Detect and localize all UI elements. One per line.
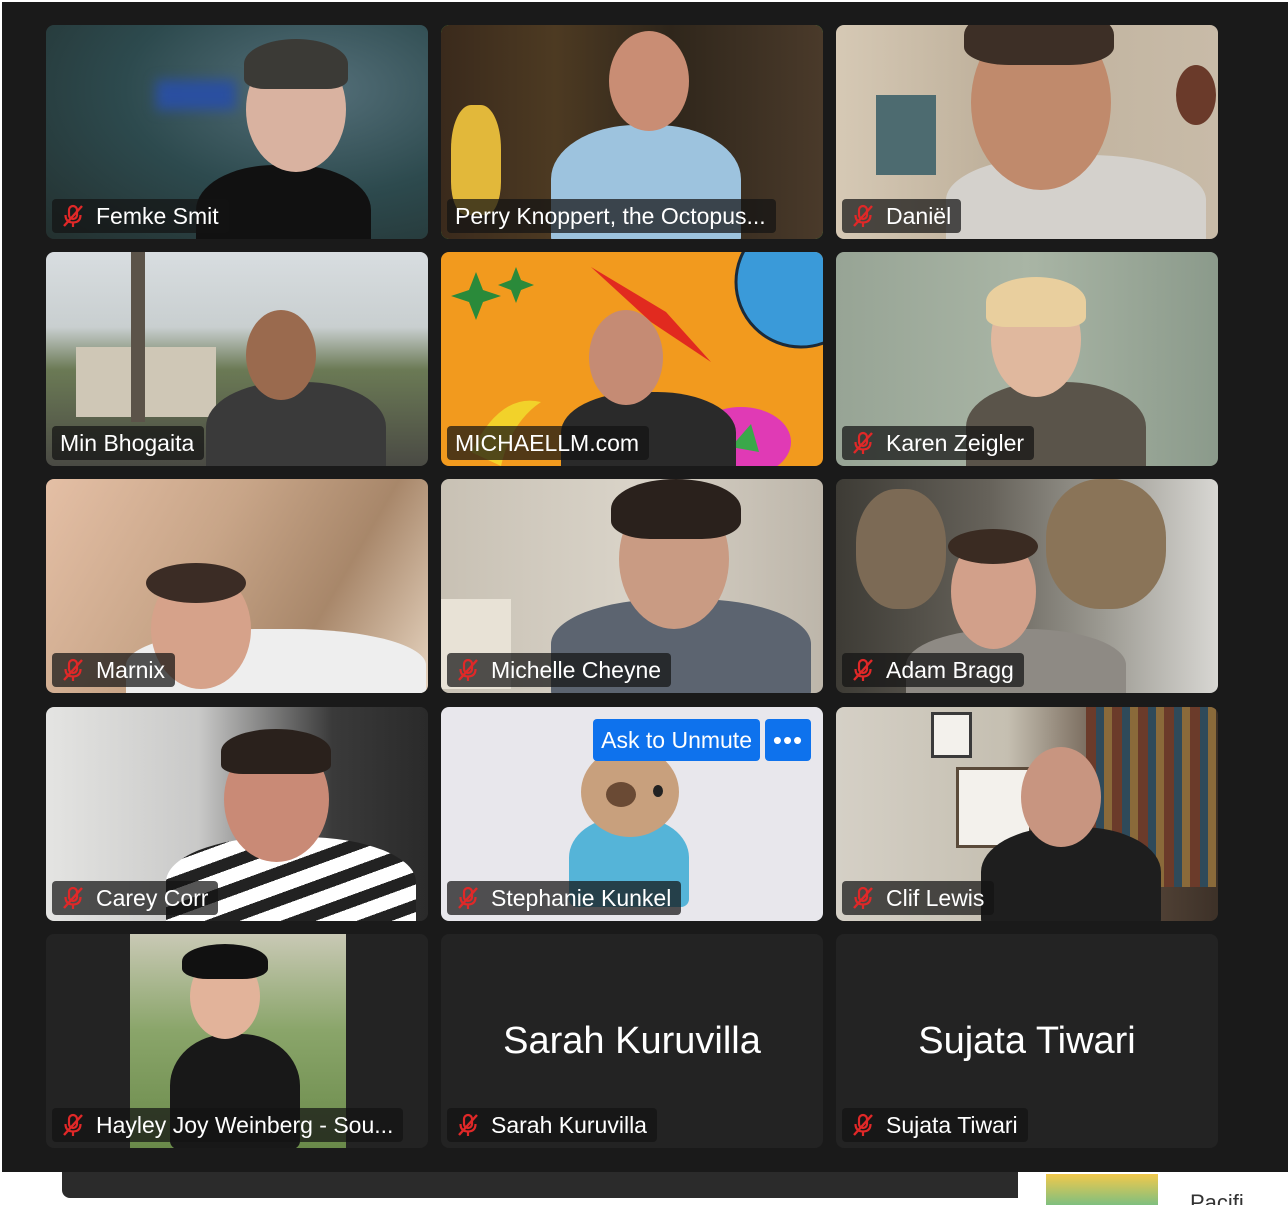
- participant-tile-daniel[interactable]: Daniël: [836, 25, 1218, 239]
- muted-mic-icon: [850, 657, 876, 683]
- name-tag: Femke Smit: [52, 199, 229, 233]
- participant-name: Daniël: [886, 202, 952, 229]
- video-off-name: Sujata Tiwari: [918, 1020, 1136, 1062]
- muted-mic-icon: [850, 885, 876, 911]
- meeting-window: Femke Smit Perry Knoppert, the Octopus..…: [2, 2, 1288, 1172]
- name-tag: MICHAELLM.com: [447, 426, 650, 460]
- participant-tile-hayley-joy-weinberg[interactable]: Hayley Joy Weinberg - Sou...: [46, 934, 428, 1148]
- muted-mic-icon: [455, 657, 481, 683]
- muted-mic-icon: [60, 1112, 86, 1138]
- participant-name: Sarah Kuruvilla: [491, 1111, 647, 1138]
- participant-tile-sarah-kuruvilla[interactable]: Sarah Kuruvilla Sarah Kuruvilla: [441, 934, 823, 1148]
- participant-tile-michaellm[interactable]: MICHAELLM.com: [441, 252, 823, 466]
- participant-name: Adam Bragg: [886, 656, 1014, 683]
- participant-tile-carey-corr[interactable]: Carey Corr: [46, 707, 428, 921]
- participant-tile-perry-knoppert[interactable]: Perry Knoppert, the Octopus...: [441, 25, 823, 239]
- participant-tile-min-bhogaita[interactable]: Min Bhogaita: [46, 252, 428, 466]
- name-tag: Min Bhogaita: [52, 426, 205, 460]
- name-tag: Perry Knoppert, the Octopus...: [447, 199, 776, 233]
- background-thumbnail: [1046, 1174, 1158, 1205]
- participant-name: Femke Smit: [96, 202, 219, 229]
- more-dots-icon: •••: [772, 724, 804, 755]
- muted-mic-icon: [850, 1112, 876, 1138]
- muted-mic-icon: [850, 203, 876, 229]
- participant-name: Sujata Tiwari: [886, 1111, 1018, 1138]
- name-tag: Sarah Kuruvilla: [447, 1108, 657, 1142]
- participant-name: Michelle Cheyne: [491, 656, 662, 683]
- ask-to-unmute-button[interactable]: Ask to Unmute: [593, 719, 760, 761]
- participant-name: Hayley Joy Weinberg - Sou...: [96, 1111, 394, 1138]
- name-tag: Karen Zeigler: [842, 426, 1035, 460]
- participant-name: Marnix: [96, 656, 166, 683]
- name-tag: Sujata Tiwari: [842, 1108, 1028, 1142]
- muted-mic-icon: [455, 1112, 481, 1138]
- name-tag: Marnix: [52, 653, 176, 687]
- muted-mic-icon: [60, 885, 86, 911]
- name-tag: Carey Corr: [52, 881, 219, 915]
- participant-name: Carey Corr: [96, 884, 209, 911]
- name-tag: Michelle Cheyne: [447, 653, 672, 687]
- participant-name: Perry Knoppert, the Octopus...: [455, 202, 766, 229]
- video-off-name: Sarah Kuruvilla: [503, 1020, 761, 1062]
- participant-name: Clif Lewis: [886, 884, 985, 911]
- muted-mic-icon: [60, 657, 86, 683]
- participant-tile-sujata-tiwari[interactable]: Sujata Tiwari Sujata Tiwari: [836, 934, 1218, 1148]
- participant-name: MICHAELLM.com: [455, 429, 640, 456]
- participant-tile-femke-smit[interactable]: Femke Smit: [46, 25, 428, 239]
- muted-mic-icon: [60, 203, 86, 229]
- participant-name: Karen Zeigler: [886, 429, 1025, 456]
- more-options-button[interactable]: •••: [765, 719, 811, 761]
- truncated-label: Pacifi: [1190, 1190, 1244, 1205]
- name-tag: Daniël: [842, 199, 962, 233]
- participant-tile-stephanie-kunkel[interactable]: Ask to Unmute ••• Stephanie Kunkel: [441, 707, 823, 921]
- participant-tile-adam-bragg[interactable]: Adam Bragg: [836, 479, 1218, 693]
- participant-name: Stephanie Kunkel: [491, 884, 672, 911]
- tile-hover-controls: Ask to Unmute •••: [593, 719, 811, 761]
- participant-tile-karen-zeigler[interactable]: Karen Zeigler: [836, 252, 1218, 466]
- name-tag: Stephanie Kunkel: [447, 881, 682, 915]
- participant-tile-clif-lewis[interactable]: Clif Lewis: [836, 707, 1218, 921]
- window-bottom-edge: [62, 1172, 1018, 1198]
- muted-mic-icon: [455, 885, 481, 911]
- name-tag: Adam Bragg: [842, 653, 1024, 687]
- muted-mic-icon: [850, 430, 876, 456]
- participant-name: Min Bhogaita: [60, 429, 195, 456]
- name-tag: Hayley Joy Weinberg - Sou...: [52, 1108, 404, 1142]
- participant-tile-marnix[interactable]: Marnix: [46, 479, 428, 693]
- name-tag: Clif Lewis: [842, 881, 995, 915]
- participant-tile-michelle-cheyne[interactable]: Michelle Cheyne: [441, 479, 823, 693]
